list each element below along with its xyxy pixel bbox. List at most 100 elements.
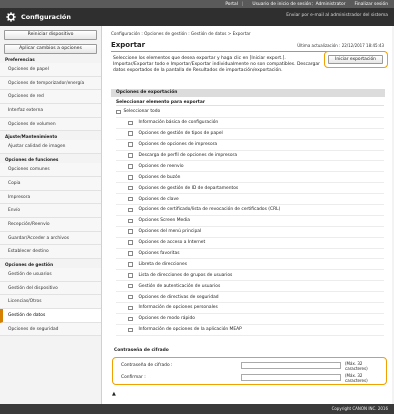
select-all-label: Seleccionar todo bbox=[123, 109, 161, 115]
logout-link[interactable]: Finalizar sesión bbox=[355, 2, 389, 7]
item-label: Información de opciones personales bbox=[138, 305, 218, 311]
item-checkbox[interactable] bbox=[128, 131, 133, 136]
password-section-heading: Contraseña de cifrado bbox=[114, 348, 169, 353]
list-item[interactable]: Libreta de direcciones bbox=[116, 259, 384, 271]
item-label: Información básica de configuración bbox=[138, 120, 219, 126]
sidebar-item-set-destination[interactable]: Establecer destino bbox=[0, 245, 101, 259]
sidebar-item-copy[interactable]: Copia bbox=[0, 176, 101, 191]
list-item[interactable]: Opciones favoritas bbox=[116, 249, 384, 260]
item-label: Gestión de autenticación de usuarios bbox=[138, 283, 221, 289]
select-all-row[interactable]: Seleccionar todo bbox=[116, 107, 384, 118]
item-checkbox[interactable] bbox=[128, 142, 133, 147]
list-item[interactable]: Gestión de autenticación de usuarios bbox=[116, 281, 384, 293]
list-item[interactable]: Opciones de gestión de tipos de papel bbox=[116, 129, 384, 140]
sidebar-item-receive-forward[interactable]: Recepción/Reenvío bbox=[0, 217, 101, 232]
item-label: Opciones de acceso a Internet bbox=[138, 240, 206, 246]
item-checkbox[interactable] bbox=[128, 196, 133, 202]
item-checkbox[interactable] bbox=[128, 120, 133, 126]
sidebar-item-data-management[interactable]: Gestión de datos bbox=[0, 309, 101, 323]
item-checkbox[interactable] bbox=[128, 185, 133, 191]
item-checkbox[interactable] bbox=[128, 273, 133, 278]
item-checkbox[interactable] bbox=[128, 316, 133, 322]
list-item[interactable]: Opciones de acceso a Internet bbox=[116, 238, 384, 249]
password-highlight: Contraseña de cifrado : (Máx. 32 caracte… bbox=[112, 357, 387, 385]
item-label: Opciones Screen Media bbox=[138, 218, 190, 224]
item-label: Información de opciones de la aplicación… bbox=[138, 327, 242, 333]
sidebar-item-printer[interactable]: Impresora bbox=[0, 190, 101, 205]
sidebar: Reiniciar dispositivo Aplicar cambios a … bbox=[0, 26, 101, 404]
item-checkbox[interactable] bbox=[128, 327, 133, 332]
sidebar-item-licenses[interactable]: Licencias/Otros bbox=[0, 295, 101, 309]
password-label: Contraseña de cifrado : bbox=[121, 363, 173, 368]
header: Configuración Enviar por e-mail al admin… bbox=[0, 8, 394, 26]
item-checkbox[interactable] bbox=[128, 229, 133, 234]
list-item[interactable]: Opciones de modo rápido bbox=[116, 314, 384, 325]
item-label: Opciones favoritas bbox=[138, 251, 180, 257]
item-label: Opciones de directivas de seguridad bbox=[138, 294, 219, 300]
list-item[interactable]: Información de opciones de la aplicación… bbox=[116, 325, 384, 336]
list-item[interactable]: Opciones Screen Media bbox=[116, 216, 384, 227]
item-checkbox[interactable] bbox=[128, 240, 133, 245]
item-checkbox[interactable] bbox=[128, 251, 133, 256]
breadcrumb: Configuración : Opciones de gestión : Ge… bbox=[111, 31, 251, 36]
list-item[interactable]: Opciones de certificado/lista de revocac… bbox=[116, 205, 384, 216]
sidebar-item-timer-energy[interactable]: Opciones de temporizador/energía bbox=[0, 76, 101, 91]
sidebar-item-common[interactable]: Opciones comunes bbox=[0, 163, 101, 177]
sidebar-item-network[interactable]: Opciones de red bbox=[0, 90, 101, 105]
apply-changes-button[interactable]: Aplicar cambios a opciones bbox=[4, 44, 97, 54]
list-item[interactable]: Descarga de perfil de opciones de impres… bbox=[116, 151, 384, 162]
list-item[interactable]: Opciones de opciones de impresora bbox=[116, 140, 384, 151]
back-to-top-icon[interactable]: ▲ bbox=[112, 391, 116, 397]
sidebar-item-security[interactable]: Opciones de seguridad bbox=[0, 322, 101, 337]
confirm-row: Confirmar : (Máx. 32 caracteres) bbox=[113, 372, 385, 383]
sidebar-item-device-management[interactable]: Gestión del dispositivo bbox=[0, 281, 101, 296]
item-checkbox[interactable] bbox=[128, 283, 133, 289]
sidebar-item-volume[interactable]: Opciones de volumen bbox=[0, 117, 101, 132]
separator: | bbox=[241, 1, 244, 7]
start-export-button[interactable]: Iniciar exportación bbox=[328, 55, 383, 64]
confirm-password-input[interactable] bbox=[241, 374, 341, 381]
item-label: Libreta de direcciones bbox=[138, 261, 187, 267]
list-item[interactable]: Opciones de reenvío bbox=[116, 161, 384, 173]
list-item[interactable]: Opciones de gestión de ID de departament… bbox=[116, 183, 384, 195]
item-checkbox[interactable] bbox=[128, 305, 133, 311]
select-items-heading: Seleccionar elemento para exportar bbox=[116, 99, 384, 106]
portal-link[interactable]: Portal bbox=[225, 2, 238, 7]
item-checkbox[interactable] bbox=[128, 218, 133, 224]
list-item[interactable]: Opciones de directivas de seguridad bbox=[116, 292, 384, 304]
sidebar-item-send[interactable]: Envío bbox=[0, 204, 101, 218]
list-item[interactable]: Información de opciones personales bbox=[116, 303, 384, 314]
item-checkbox[interactable] bbox=[128, 175, 133, 180]
item-checkbox[interactable] bbox=[128, 207, 133, 213]
password-input[interactable] bbox=[241, 362, 341, 369]
sidebar-item-user-management[interactable]: Gestión de usuarios bbox=[0, 267, 101, 282]
sidebar-item-image-quality[interactable]: Ajustar calidad de imagen bbox=[0, 140, 101, 155]
item-checkbox[interactable] bbox=[128, 294, 133, 300]
list-item[interactable]: Opciones de buzón bbox=[116, 172, 384, 184]
list-item[interactable]: Información básica de configuración bbox=[116, 118, 384, 129]
send-mail-link[interactable]: Enviar por e-mail al administrador del s… bbox=[286, 13, 388, 18]
item-label: Opciones de reenvío bbox=[138, 163, 184, 169]
item-label: Opciones de gestión de tipos de papel bbox=[138, 131, 223, 137]
select-all-checkbox[interactable] bbox=[116, 109, 121, 115]
list-item[interactable]: Opciones del menú principal bbox=[116, 227, 384, 238]
list-item[interactable]: Lista de direcciones de grupos de usuari… bbox=[116, 270, 384, 282]
list-item[interactable]: Opciones de clave bbox=[116, 194, 384, 206]
item-checkbox[interactable] bbox=[128, 153, 133, 158]
item-label: Descarga de perfil de opciones de impres… bbox=[138, 153, 238, 158]
top-bar: Portal | Usuario de inicio de sesión：Adm… bbox=[0, 0, 394, 8]
sidebar-item-external-interface[interactable]: Interfaz externa bbox=[0, 104, 101, 118]
item-label: Lista de direcciones de grupos de usuari… bbox=[138, 272, 233, 278]
start-export-highlight: Iniciar exportación bbox=[324, 51, 388, 68]
sidebar-item-store-access-files[interactable]: Guardar/Acceder a archivos bbox=[0, 231, 101, 246]
item-checkbox[interactable] bbox=[128, 164, 133, 169]
sidebar-item-paper[interactable]: Opciones de papel bbox=[0, 63, 101, 77]
export-options-header: Opciones de exportación bbox=[111, 89, 385, 97]
password-max-hint: (Máx. 32 caracteres) bbox=[345, 360, 368, 371]
item-checkbox[interactable] bbox=[128, 262, 133, 267]
item-label: Opciones del menú principal bbox=[138, 229, 202, 235]
restart-device-button[interactable]: Reiniciar dispositivo bbox=[4, 30, 97, 40]
intro-text: Seleccione los elementos que desea expor… bbox=[113, 56, 320, 74]
password-row: Contraseña de cifrado : (Máx. 32 caracte… bbox=[113, 360, 385, 371]
export-items-list: Seleccionar todo Información básica de c… bbox=[116, 107, 384, 336]
